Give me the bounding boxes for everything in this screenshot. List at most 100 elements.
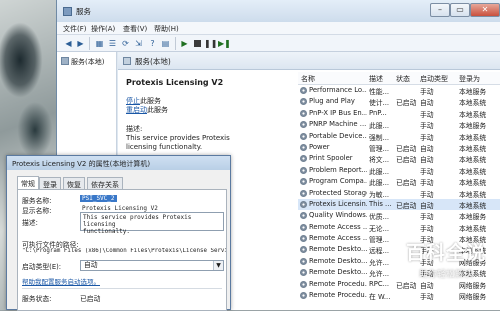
- service-description-cell: 管理...: [369, 236, 390, 245]
- table-row[interactable]: Power 管理... 已启动 自动 本地系统: [298, 142, 500, 153]
- menu-action[interactable]: 操作(A): [91, 24, 115, 34]
- table-row[interactable]: Protected Storage 为敏... 手动 本地系统: [298, 188, 500, 199]
- service-name-cell: Remote Procedu...: [309, 291, 367, 300]
- gear-icon: [300, 143, 307, 151]
- service-startup-type-cell: 手动: [420, 224, 434, 233]
- table-row[interactable]: Portable Device... 强制... 手动 本地系统: [298, 131, 500, 142]
- console-tree-icon[interactable]: ▦: [94, 38, 105, 49]
- table-row[interactable]: Plug and Play 使计... 已启动 自动 本地系统: [298, 96, 500, 107]
- service-description-cell: PnP...: [369, 108, 387, 117]
- table-row[interactable]: Protexis Licensin... This ... 已启动 自动 本地系统: [298, 198, 500, 211]
- gear-icon: [300, 292, 307, 300]
- service-startup-type-cell: 手动: [420, 88, 434, 96]
- gear-icon: [300, 189, 307, 197]
- start-service-icon[interactable]: ▶: [179, 38, 190, 49]
- display-name-label: 显示名称:: [22, 207, 52, 215]
- menu-help[interactable]: 帮助(H): [154, 24, 179, 34]
- gear-icon: [300, 87, 307, 94]
- service-name-cell: Remote Procedu...: [309, 279, 367, 288]
- service-description-cell: 此服...: [369, 122, 390, 131]
- watermark-title: 百科全说: [405, 242, 486, 264]
- service-status-cell: 已启动: [396, 99, 417, 108]
- watermark-subtitle: 助你轻松解决: [418, 270, 473, 280]
- restart-service-icon[interactable]: ▶❚: [218, 38, 231, 49]
- gear-icon: [300, 132, 307, 140]
- menu-view[interactable]: 查看(V): [123, 24, 147, 34]
- stop-service-icon[interactable]: [194, 40, 201, 47]
- service-name-cell: Portable Device...: [309, 131, 367, 140]
- service-description-cell: 允许...: [369, 258, 390, 267]
- tree-item-services-local[interactable]: 服务(本地): [61, 57, 104, 67]
- startup-type-select[interactable]: 自动 ▼: [80, 260, 224, 271]
- list-header: 名称 描述 状态 启动类型 登录为: [298, 72, 500, 85]
- help-icon[interactable]: ?: [147, 38, 158, 49]
- service-status-cell: 已启动: [396, 281, 417, 290]
- service-status-label: 服务状态:: [22, 295, 52, 303]
- service-description-cell: 在 W...: [369, 293, 391, 302]
- menu-file[interactable]: 文件(F): [63, 24, 87, 34]
- service-logon-cell: 本地服务: [459, 88, 487, 96]
- dialog-title-bar: Protexis Licensing V2 的属性(本地计算机): [7, 156, 230, 170]
- export-icon[interactable]: ⇲: [133, 38, 144, 49]
- table-row[interactable]: Print Spooler 将文... 已启动 自动 本地系统: [298, 153, 500, 164]
- gear-icon: [300, 212, 307, 220]
- back-arrow-icon[interactable]: ◀: [63, 38, 74, 49]
- watermark-logo: 百科全说 助你轻松解决: [406, 238, 486, 280]
- display-name-value[interactable]: Protexis Licensing V2: [82, 205, 158, 212]
- maximize-button[interactable]: ▭: [450, 3, 470, 17]
- gear-icon: [300, 155, 307, 163]
- table-row[interactable]: Performance Lo... 性能... 手动 本地服务: [298, 85, 500, 96]
- column-header-description[interactable]: 描述: [369, 74, 383, 84]
- service-name-cell: Quality Windows...: [309, 211, 367, 220]
- service-name-cell: Plug and Play: [309, 97, 355, 106]
- description-field[interactable]: This service provides Protexis licensing…: [80, 212, 224, 235]
- service-name-cell: Remote Deskto...: [309, 245, 367, 254]
- forward-arrow-icon[interactable]: ▶: [75, 38, 86, 49]
- service-status-cell: 已启动: [396, 179, 417, 188]
- table-row[interactable]: Remote Procedu... RPC... 已启动 自动 网络服务: [298, 279, 500, 290]
- column-header-startup-type[interactable]: 启动类型: [420, 74, 448, 84]
- minimize-button[interactable]: –: [430, 3, 450, 17]
- service-name-label: 服务名称:: [22, 197, 52, 205]
- gear-icon: [300, 166, 307, 174]
- pause-service-icon[interactable]: ❚❚: [204, 38, 217, 49]
- service-name-cell: Remote Deskto...: [309, 268, 367, 277]
- refresh-icon[interactable]: ⟳: [120, 38, 131, 49]
- general-tab-page: 服务名称: PSI_SVC_2 显示名称: Protexis Licensing…: [17, 189, 227, 311]
- table-row[interactable]: Problem Report... 此服... 手动 本地系统: [298, 165, 500, 176]
- properties-dialog: Protexis Licensing V2 的属性(本地计算机) 常规 登录 恢…: [6, 155, 231, 311]
- startup-help-link[interactable]: 帮助我配置服务启动选项。: [22, 276, 100, 286]
- table-row[interactable]: PNRP Machine ... 此服... 手动 本地服务: [298, 119, 500, 130]
- table-row[interactable]: PnP-X IP Bus En... PnP... 手动 本地系统: [298, 108, 500, 119]
- service-description-cell: 此服...: [369, 179, 390, 188]
- column-header-logon-as[interactable]: 登录为: [459, 74, 480, 84]
- properties-icon[interactable]: ▤: [160, 38, 171, 49]
- tab-general[interactable]: 常规: [17, 176, 39, 189]
- column-header-name[interactable]: 名称: [301, 74, 315, 84]
- list-view-icon[interactable]: ☰: [107, 38, 118, 49]
- tab-dependencies[interactable]: 依存关系: [87, 177, 123, 189]
- window-title: 服务: [76, 7, 91, 16]
- close-button[interactable]: ✕: [470, 3, 500, 17]
- table-row[interactable]: Quality Windows... 优质... 手动 本地服务: [298, 210, 500, 221]
- pane-header-title: 服务(本地): [135, 57, 171, 66]
- dialog-title: Protexis Licensing V2 的属性(本地计算机): [12, 160, 151, 168]
- restart-service-link[interactable]: 重启动: [126, 106, 147, 114]
- table-row[interactable]: Program Compa... 此服... 已启动 手动 本地系统: [298, 176, 500, 187]
- tab-logon[interactable]: 登录: [39, 177, 61, 189]
- tab-recovery[interactable]: 恢复: [63, 177, 85, 189]
- service-name-cell: Remote Deskto...: [309, 256, 367, 265]
- service-description-cell: 强制...: [369, 133, 390, 142]
- service-description-cell: RPC...: [369, 279, 390, 288]
- chevron-down-icon[interactable]: ▼: [213, 261, 223, 270]
- toolbar-separator: [175, 37, 176, 50]
- column-header-status[interactable]: 状态: [396, 74, 410, 84]
- gear-icon: [300, 280, 307, 288]
- toolbar-separator: [89, 37, 90, 50]
- table-row[interactable]: Remote Procedu... 在 W... 手动 网络服务: [298, 290, 500, 301]
- service-name-value[interactable]: PSI_SVC_2: [80, 195, 117, 202]
- table-row[interactable]: Remote Access ... 无论... 手动 本地系统: [298, 222, 500, 233]
- stop-service-link[interactable]: 停止: [126, 97, 140, 105]
- service-startup-type-cell: 自动: [420, 201, 434, 210]
- gear-icon: [300, 109, 307, 117]
